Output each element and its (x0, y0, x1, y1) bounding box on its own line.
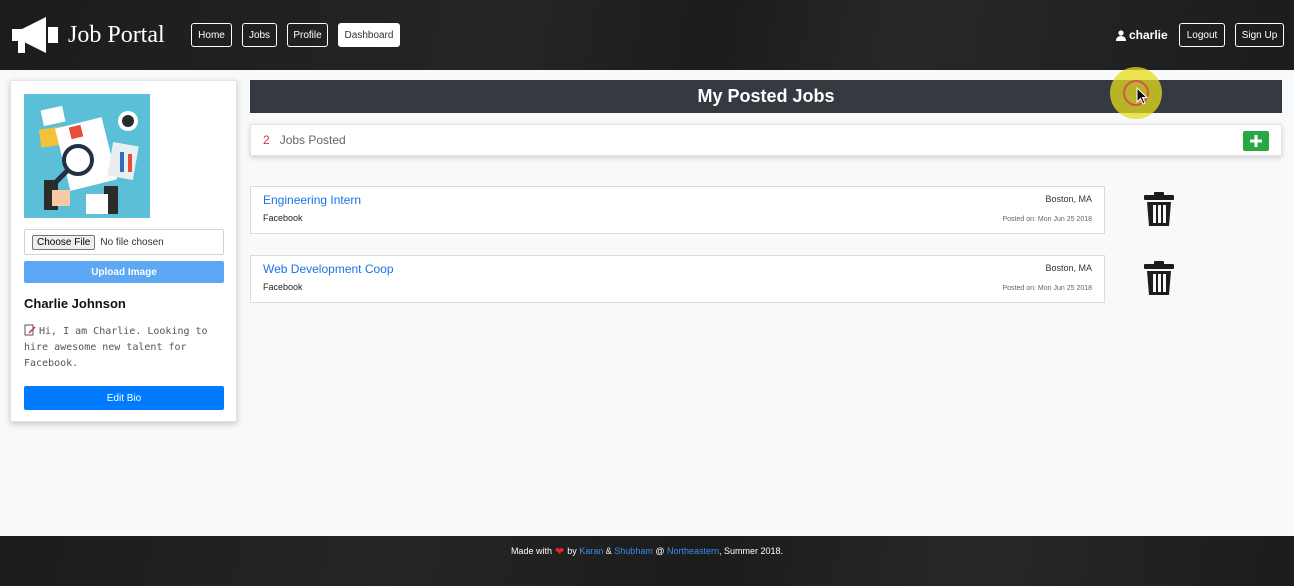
nav-jobs-button[interactable]: Jobs (242, 23, 277, 47)
jobs-count-label: Jobs Posted (279, 133, 346, 147)
upload-image-button[interactable]: Upload Image (24, 261, 224, 283)
trash-icon[interactable] (1143, 191, 1175, 227)
username-label: charlie (1129, 28, 1168, 42)
job-card: Engineering Intern Facebook Boston, MA P… (250, 186, 1105, 234)
profile-image (24, 94, 150, 218)
heart-icon: ❤ (554, 545, 565, 558)
footer-school-link[interactable]: Northeastern (667, 546, 719, 556)
footer-author-shubham-link[interactable]: Shubham (614, 546, 653, 556)
edit-icon (24, 324, 36, 336)
profile-sidebar: Choose File No file chosen Upload Image … (10, 80, 237, 422)
footer-author-karan-link[interactable]: Karan (579, 546, 603, 556)
footer-made-with: Made with (510, 546, 552, 556)
megaphone-icon (12, 17, 58, 53)
nav-profile-button[interactable]: Profile (287, 23, 328, 47)
choose-file-button[interactable]: Choose File (32, 234, 96, 250)
job-card: Web Development Coop Facebook Boston, MA… (250, 255, 1105, 303)
jobs-count-bar: 2 Jobs Posted (250, 124, 1282, 156)
job-title-link[interactable]: Engineering Intern (263, 193, 361, 207)
footer-amp: & (605, 546, 612, 556)
job-posted-date: Posted on: Mon Jun 25 2018 (1002, 285, 1092, 292)
job-location: Boston, MA (1045, 194, 1092, 204)
mouse-cursor-icon (1136, 87, 1148, 105)
footer: Made with ❤ by Karan & Shubham @ Northea… (0, 536, 1294, 586)
add-job-button[interactable] (1243, 131, 1269, 151)
navbar: Job Portal Home Jobs Profile Dashboard c… (0, 0, 1294, 70)
job-posted-date: Posted on: Mon Jun 25 2018 (1002, 216, 1092, 223)
plus-icon (1250, 135, 1262, 147)
profile-name: Charlie Johnson (24, 296, 126, 311)
footer-at: @ (655, 546, 665, 556)
footer-by: by (567, 546, 577, 556)
current-user[interactable]: charlie (1116, 28, 1168, 42)
bio-text: Hi, I am Charlie. Looking to hire awesom… (24, 326, 208, 369)
nav-dashboard-button[interactable]: Dashboard (338, 23, 400, 47)
brand[interactable]: Job Portal (8, 13, 165, 57)
bio: Hi, I am Charlie. Looking to hire awesom… (24, 324, 229, 372)
edit-bio-button[interactable]: Edit Bio (24, 386, 224, 410)
user-icon (1116, 29, 1126, 41)
logout-button[interactable]: Logout (1179, 23, 1225, 47)
trash-icon[interactable] (1143, 260, 1175, 296)
file-status: No file chosen (100, 236, 164, 248)
job-location: Boston, MA (1045, 263, 1092, 273)
job-company: Facebook (263, 282, 303, 292)
nav-home-button[interactable]: Home (191, 23, 232, 47)
file-input[interactable]: Choose File No file chosen (24, 229, 224, 255)
job-company: Facebook (263, 213, 303, 223)
job-title-link[interactable]: Web Development Coop (263, 262, 394, 276)
footer-suffix: , Summer 2018. (719, 546, 784, 556)
signup-button[interactable]: Sign Up (1235, 23, 1284, 47)
jobs-count: 2 (263, 133, 270, 147)
brand-title: Job Portal (68, 21, 165, 48)
profile-illustration (24, 94, 150, 218)
